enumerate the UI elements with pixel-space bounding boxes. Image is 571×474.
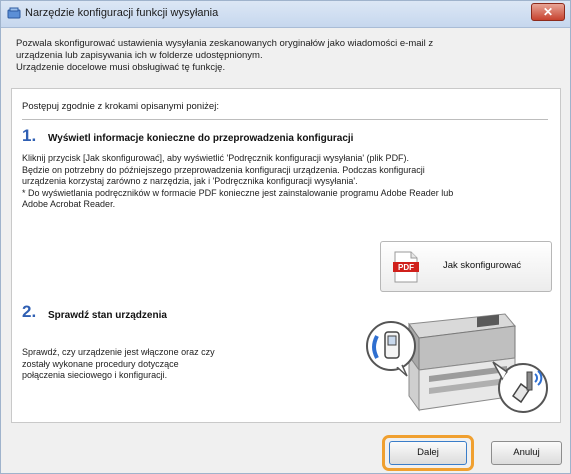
next-button[interactable]: Dalej [389,441,467,465]
dialog-window: Narzędzie konfiguracji funkcji wysyłania… [0,0,571,474]
pdf-icon-text: PDF [398,263,414,272]
step-1-line: Będzie on potrzebny do późniejszego prze… [22,164,425,175]
close-button[interactable]: ✕ [531,3,565,21]
step-1-line: Kliknij przycisk [Jak skonfigurować], ab… [22,153,410,163]
pdf-icon: PDF [393,251,419,283]
intro-text: Pozwala skonfigurować ustawienia wysyłan… [16,38,536,74]
step-1-title: Wyświetl informacje konieczne do przepro… [48,133,354,144]
step-2-line: zostały wykonane procedury dotyczące [22,358,179,369]
window-title: Narzędzie konfiguracji funkcji wysyłania [25,7,219,19]
step-1-number: 1. [22,126,37,145]
step-2-description: Sprawdź, czy urządzenie jest włączone or… [22,347,282,382]
title-bar: Narzędzie konfiguracji funkcji wysyłania… [1,1,570,28]
how-to-configure-label: Jak skonfigurować [443,260,522,271]
step-2-number: 2. [22,302,37,321]
step-1-line: urządzenia korzystaj zarówno z narzędzia… [22,176,358,186]
intro-line: urządzenia lub zapisywania ich w folderz… [16,50,263,61]
multifunction-printer-illustration [366,313,548,413]
close-icon: ✕ [542,5,554,19]
step-2-title: Sprawdź stan urządzenia [48,310,167,321]
how-to-configure-button[interactable]: PDF Jak skonfigurować [380,241,552,292]
step-1-line: Adobe Acrobat Reader. [22,199,116,209]
step-1-description: Kliknij przycisk [Jak skonfigurować], ab… [22,153,552,211]
step-2-line: połączenia sieciowego i konfiguracji. [22,370,168,380]
divider [22,119,548,120]
step-1-line: * Do wyświetlania podręczników w formaci… [22,187,454,198]
instruction-text: Postępuj zgodnie z krokami opisanymi pon… [22,101,219,112]
cancel-button[interactable]: Anuluj [491,441,562,465]
intro-line: Pozwala skonfigurować ustawienia wysyłan… [16,38,434,49]
step-2-line: Sprawdź, czy urządzenie jest włączone or… [22,347,215,357]
app-icon [7,7,21,19]
steps-panel: Postępuj zgodnie z krokami opisanymi pon… [11,88,561,423]
intro-line: Urządzenie docelowe musi obsługiwać tę f… [16,62,226,73]
